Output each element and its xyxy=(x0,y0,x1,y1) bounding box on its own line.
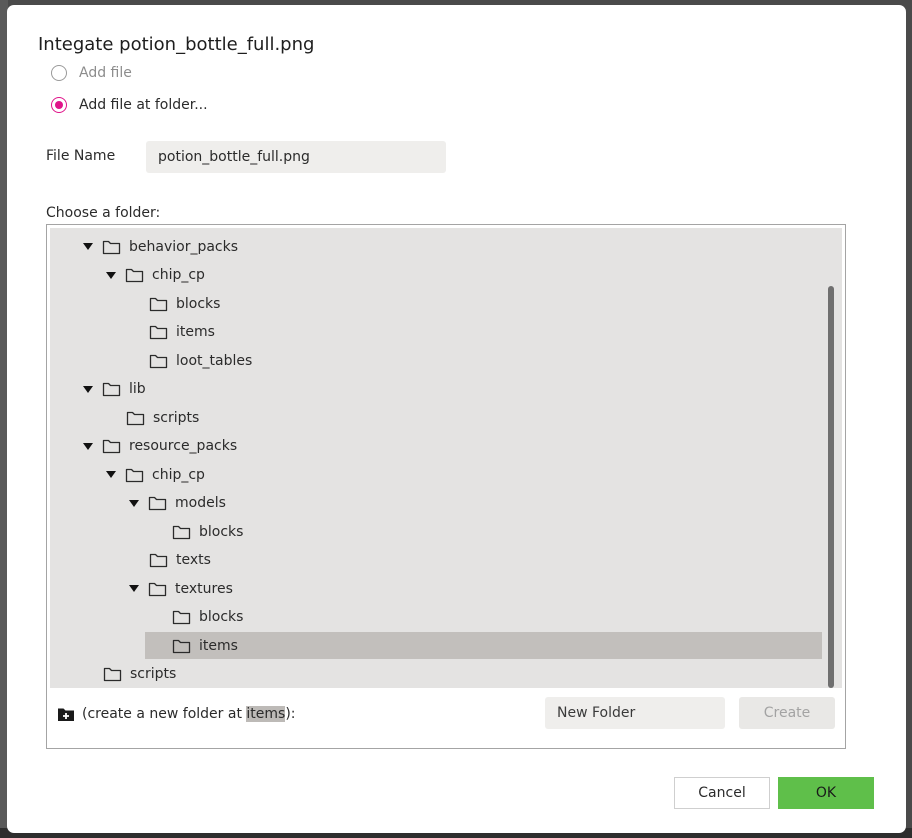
folder-icon xyxy=(172,525,191,539)
add-file-at-folder-label: Add file at folder... xyxy=(79,97,208,113)
folder-label: blocks xyxy=(176,295,221,312)
create-folder-suffix: ): xyxy=(285,706,296,722)
caret-down-icon[interactable] xyxy=(106,271,116,279)
folder-label: blocks xyxy=(199,523,244,540)
file-name-input[interactable]: potion_bottle_full.png xyxy=(146,141,446,173)
folder-label: resource_packs xyxy=(129,438,238,454)
folder-icon xyxy=(126,411,145,425)
folder-row[interactable]: items xyxy=(145,632,822,659)
folder-icon xyxy=(149,553,168,568)
caret-down-icon[interactable] xyxy=(83,243,93,250)
create-folder-button[interactable]: Create xyxy=(739,697,835,729)
folder-tree: scripts items blocks textures texts blocks mod… xyxy=(50,228,842,688)
folder-row[interactable]: chip_cp xyxy=(50,262,822,289)
integrate-file-dialog: Integate potion_bottle_full.png Add file… xyxy=(7,5,906,833)
create-folder-target: items xyxy=(246,706,286,722)
folder-label: lib xyxy=(129,381,146,397)
folder-label: models xyxy=(175,495,226,511)
folder-label: scripts xyxy=(153,409,200,426)
folder-label: items xyxy=(176,324,215,340)
folder-icon xyxy=(149,354,168,368)
tree-scrollbar[interactable] xyxy=(828,286,834,688)
add-file-label: Add file xyxy=(79,65,132,81)
dialog-title: Integate potion_bottle_full.png xyxy=(38,34,315,55)
folder-row[interactable]: chip_cp xyxy=(50,461,822,488)
caret-down-icon[interactable] xyxy=(83,442,93,450)
folder-row[interactable]: loot_tables xyxy=(50,347,822,374)
cancel-button[interactable]: Cancel xyxy=(674,777,770,809)
folder-icon xyxy=(103,667,122,682)
folder-label: textures xyxy=(175,580,233,597)
folder-row[interactable]: resource_packs xyxy=(50,433,822,460)
folder-icon xyxy=(102,439,121,454)
folder-label: items xyxy=(199,637,238,654)
folder-icon xyxy=(102,382,121,397)
folder-chooser: scripts items blocks textures texts blocks mod… xyxy=(46,224,846,749)
folder-row[interactable]: blocks xyxy=(50,290,822,317)
add-file-radio[interactable] xyxy=(51,65,67,81)
folder-row[interactable]: blocks xyxy=(50,518,822,545)
folder-label: texts xyxy=(176,552,211,568)
add-file-at-folder-option[interactable]: Add file at folder... xyxy=(51,94,208,116)
create-folder-prefix: (create a new folder at xyxy=(82,706,247,722)
folder-row[interactable]: scripts xyxy=(50,661,822,688)
folder-row[interactable]: textures xyxy=(50,575,822,602)
folder-row[interactable]: texts xyxy=(50,547,822,574)
folder-row[interactable]: blocks xyxy=(50,604,822,631)
caret-down-icon[interactable] xyxy=(106,471,116,478)
new-folder-name-input[interactable]: New Folder xyxy=(545,697,725,729)
caret-down-icon[interactable] xyxy=(129,585,139,592)
folder-label: chip_cp xyxy=(152,267,205,283)
folder-row[interactable]: scripts xyxy=(50,404,822,431)
folder-row[interactable]: lib xyxy=(50,376,822,403)
ok-button[interactable]: OK xyxy=(778,777,874,809)
folder-icon xyxy=(102,240,121,254)
folder-icon xyxy=(149,297,168,311)
folder-label: loot_tables xyxy=(176,352,253,369)
folder-icon xyxy=(148,582,167,596)
choose-folder-label: Choose a folder: xyxy=(46,205,161,221)
create-folder-hint: (create a new folder at items): xyxy=(82,706,296,722)
folder-label: chip_cp xyxy=(152,466,205,483)
folder-label: scripts xyxy=(130,666,177,682)
folder-icon xyxy=(148,496,167,511)
add-folder-icon xyxy=(58,708,74,721)
caret-down-icon[interactable] xyxy=(83,385,93,393)
folder-label: behavior_packs xyxy=(129,238,239,255)
folder-icon xyxy=(172,610,191,625)
folder-icon xyxy=(149,325,168,340)
folder-icon xyxy=(172,639,191,653)
folder-icon xyxy=(125,268,144,283)
folder-row[interactable]: behavior_packs xyxy=(50,233,822,260)
tree-scrollbar-thumb[interactable] xyxy=(828,286,834,688)
folder-label: blocks xyxy=(199,609,244,625)
folder-icon xyxy=(125,468,144,482)
add-file-option[interactable]: Add file xyxy=(51,62,132,84)
file-name-label: File Name xyxy=(46,148,116,164)
folder-row[interactable]: models xyxy=(50,490,822,517)
new-folder-row: (create a new folder at items): New Fold… xyxy=(47,695,845,735)
add-file-at-folder-radio[interactable] xyxy=(51,97,67,113)
folder-row[interactable]: items xyxy=(50,319,822,346)
caret-down-icon[interactable] xyxy=(129,499,139,507)
